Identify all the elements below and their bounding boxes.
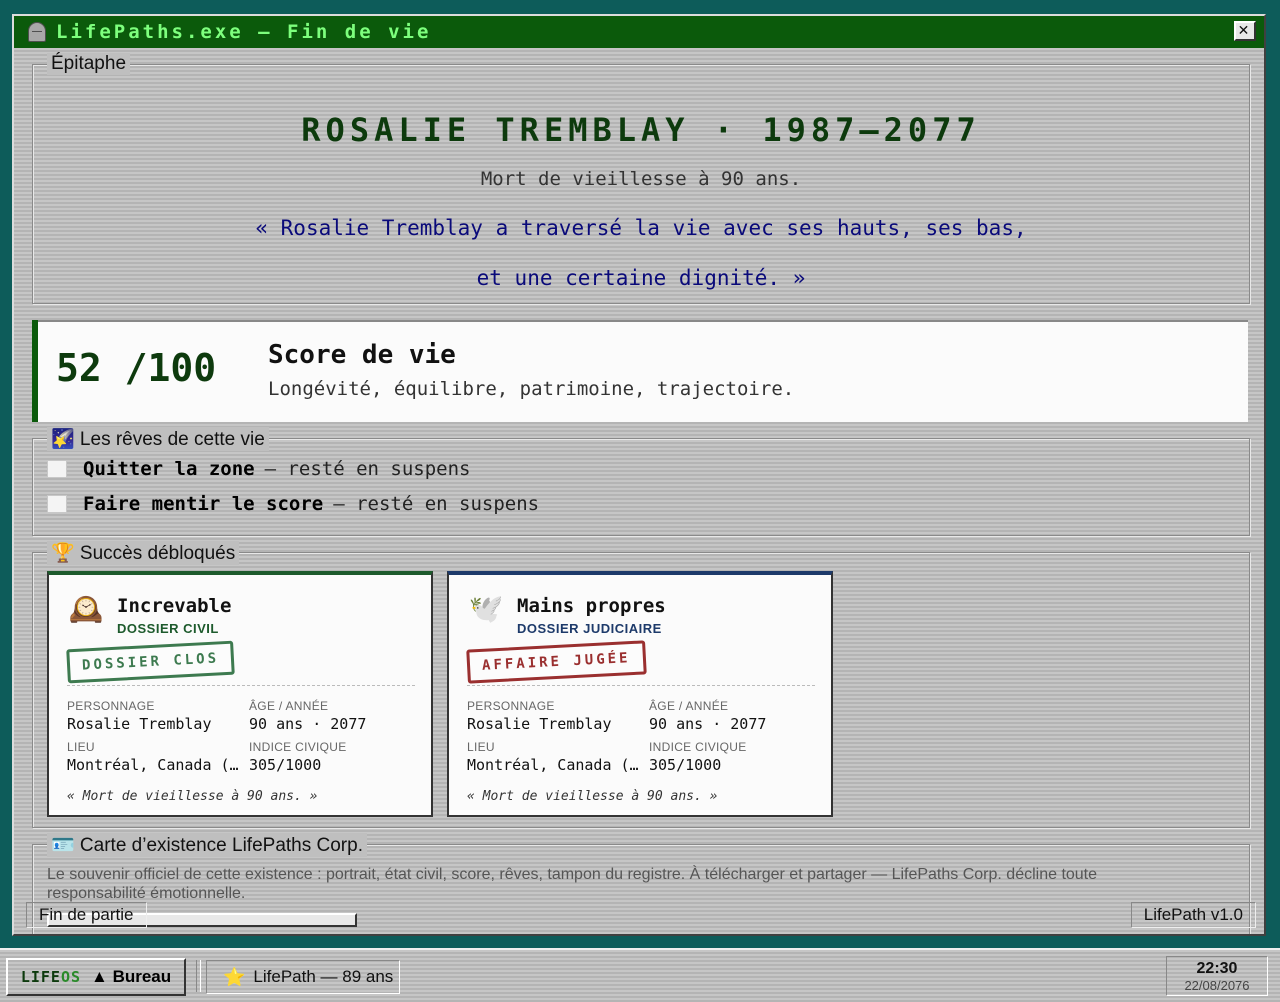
life-score-title: Score de vie [268, 340, 456, 370]
field-value-lieu: Montréal, Canada (… [67, 756, 239, 774]
status-left: Fin de partie [26, 902, 147, 928]
lifeos-logo: LIFEOS [21, 968, 81, 986]
epitaph-subtitle: Mort de vieillesse à 90 ans. [480, 168, 802, 190]
field-label-age: ÂGE / ANNÉE [649, 699, 729, 713]
dream-status: — resté en suspens [333, 493, 540, 515]
start-button-label: ▲ Bureau [91, 967, 172, 986]
dreams-legend: 🌠 Les rêves de cette vie [47, 427, 269, 451]
taskbar: LIFEOS ▲ Bureau ⭐ LifePath — 89 ans 22:3… [0, 948, 1280, 1002]
life-score-value: 52 /100 [56, 346, 217, 390]
field-label-age: ÂGE / ANNÉE [249, 699, 329, 713]
taskbar-separator [196, 960, 201, 992]
life-score-description: Longévité, équilibre, patrimoine, trajec… [268, 378, 795, 400]
field-value-age: 90 ans · 2077 [649, 715, 767, 733]
field-value-personnage: Rosalie Tremblay [467, 715, 612, 733]
close-button[interactable]: ✕ [1234, 21, 1256, 41]
field-label-personnage: PERSONNAGE [67, 699, 155, 713]
achievement-title: Increvable [117, 595, 232, 617]
system-clock[interactable]: 22:30 22/08/2076 [1166, 956, 1268, 996]
mantel-clock-icon: 🕰️ [68, 593, 104, 624]
epitaph-quote: « Rosalie Tremblay a traversé la vie ave… [93, 203, 1189, 303]
achievement-category: DOSSIER CIVIL [117, 621, 219, 636]
field-label-personnage: PERSONNAGE [467, 699, 555, 713]
field-label-indice: INDICE CIVIQUE [249, 740, 347, 754]
field-value-lieu: Montréal, Canada (… [467, 756, 639, 774]
field-value-personnage: Rosalie Tremblay [67, 715, 212, 733]
epitaph-group: Épitaphe ROSALIE TREMBLAY · 1987–2077 Mo… [32, 53, 1250, 304]
field-label-lieu: LIEU [467, 740, 495, 754]
dream-title: Faire mentir le score [83, 493, 324, 515]
epitaph-name: ROSALIE TREMBLAY · 1987–2077 [301, 111, 981, 149]
card-divider [67, 685, 415, 686]
epitaph-legend: Épitaphe [47, 53, 131, 75]
field-value-indice: 305/1000 [249, 756, 322, 774]
achievement-category: DOSSIER JUDICIAIRE [517, 621, 662, 636]
field-label-lieu: LIEU [67, 740, 95, 754]
achievement-stamp: DOSSIER CLOS [66, 640, 235, 684]
logo-part-life: LIFE [20, 968, 61, 986]
task-label: LifePath — 89 ans [253, 967, 394, 986]
tombstone-icon [28, 22, 46, 42]
achievement-card-mains-propres[interactable]: 🕊️ Mains propres DOSSIER JUDICIAIRE AFFA… [447, 571, 833, 817]
achievement-quote: « Mort de vieillesse à 90 ans. » [67, 789, 318, 804]
field-label-indice: INDICE CIVIQUE [649, 740, 747, 754]
status-version: LifePath v1.0 [1130, 902, 1256, 928]
dream-item: Quitter la zone — resté en suspens [47, 454, 471, 484]
logo-part-os: OS [60, 968, 82, 986]
clock-date: 22/08/2076 [1184, 978, 1250, 993]
achievement-title: Mains propres [517, 595, 666, 617]
field-value-age: 90 ans · 2077 [249, 715, 367, 733]
dreams-group: 🌠 Les rêves de cette vie Quitter la zone… [32, 427, 1250, 536]
achievement-stamp: AFFAIRE JUGÉE [466, 640, 647, 684]
dream-title: Quitter la zone [83, 458, 255, 480]
empty-box-icon [47, 460, 67, 478]
start-button[interactable]: LIFEOS ▲ Bureau [6, 958, 186, 996]
achievements-group: 🏆 Succès débloqués 🕰️ Increvable DOSSIER… [32, 541, 1250, 828]
carte-legend: 🪪 Carte d’existence LifePaths Corp. [47, 833, 367, 857]
star-icon: ⭐ [223, 966, 246, 987]
field-value-indice: 305/1000 [649, 756, 722, 774]
title-bar[interactable]: LifePaths.exe — Fin de vie ✕ [14, 16, 1264, 48]
clock-time: 22:30 [1196, 960, 1238, 977]
achievement-card-increvable[interactable]: 🕰️ Increvable DOSSIER CIVIL DOSSIER CLOS… [47, 571, 433, 817]
achievements-legend: 🏆 Succès débloqués [47, 541, 240, 565]
status-bar: Fin de partie LifePath v1.0 [14, 898, 1264, 934]
window-title: LifePaths.exe — Fin de vie [56, 21, 432, 43]
window-content: Épitaphe ROSALIE TREMBLAY · 1987–2077 Mo… [14, 48, 1264, 934]
card-divider [467, 685, 815, 686]
dream-status: — resté en suspens [264, 458, 471, 480]
dove-icon: 🕊️ [468, 593, 504, 624]
lifepaths-window: LifePaths.exe — Fin de vie ✕ Épitaphe RO… [12, 14, 1266, 936]
empty-box-icon [47, 495, 67, 513]
task-lifepath[interactable]: ⭐ LifePath — 89 ans [206, 960, 400, 994]
life-score-panel: 52 /100 Score de vie Longévité, équilibr… [32, 320, 1248, 422]
epitaph-quote-line1: « Rosalie Tremblay a traversé la vie ave… [255, 216, 1027, 240]
epitaph-quote-line2: et une certaine dignité. » [476, 266, 806, 290]
dream-item: Faire mentir le score — resté en suspens [47, 489, 539, 519]
achievement-quote: « Mort de vieillesse à 90 ans. » [467, 789, 718, 804]
